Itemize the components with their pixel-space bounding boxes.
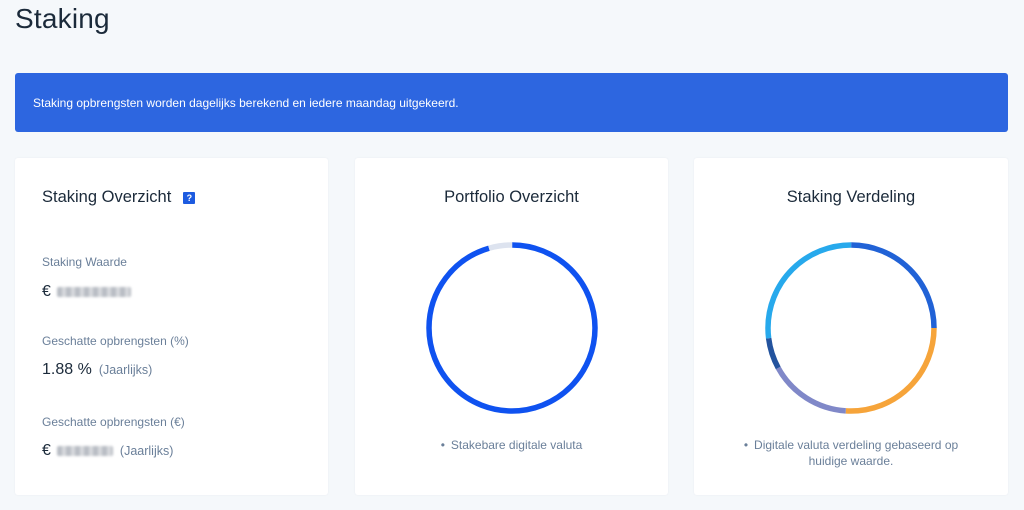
portfolio-legend: • Stakebare digitale valuta <box>355 437 668 453</box>
distribution-donut-chart <box>765 242 937 414</box>
staking-overview-heading: Staking Overzicht ? <box>42 188 196 207</box>
portfolio-overview-title: Portfolio Overzicht <box>444 188 579 206</box>
legend-bullet-icon: • <box>743 438 749 452</box>
expected-pct-suffix: (Jaarlijks) <box>98 363 153 377</box>
staking-distribution-title: Staking Verdeling <box>786 188 916 206</box>
staking-overview-title: Staking Overzicht <box>42 188 172 206</box>
expected-pct-value: 1.88 % <box>42 361 92 378</box>
staking-value-currency: € <box>42 283 51 300</box>
expected-eur-blurred-amount <box>56 446 113 456</box>
staking-distribution-card: Staking Verdeling • Digitale valuta verde… <box>694 158 1008 495</box>
staking-value-label: Staking Waarde <box>42 255 127 269</box>
distribution-legend-line2: huidige waarde. <box>808 454 894 468</box>
staking-overview-card: Staking Overzicht ? Staking Waarde € Ges… <box>15 158 328 495</box>
donut-segment <box>426 242 598 414</box>
portfolio-overview-card: Portfolio Overzicht • Stakebare digitale … <box>355 158 668 495</box>
page-title: Staking <box>15 3 110 34</box>
portfolio-donut-chart <box>426 242 598 414</box>
help-icon[interactable]: ? <box>183 191 196 204</box>
expected-pct: 1.88 % (Jaarlijks) <box>42 361 152 379</box>
expected-pct-label: Geschatte opbrengsten (%) <box>42 334 189 348</box>
distribution-legend-line1: Digitale valuta verdeling gebaseerd op <box>754 438 959 452</box>
portfolio-legend-text: Stakebare digitale valuta <box>450 438 583 452</box>
expected-eur-currency: € <box>42 442 51 459</box>
legend-bullet-icon: • <box>440 438 445 452</box>
info-banner-text: Staking opbrengsten worden dagelijks ber… <box>33 95 459 110</box>
expected-eur-label: Geschatte opbrengsten (€) <box>42 415 185 429</box>
expected-eur-suffix: (Jaarlijks) <box>119 444 174 458</box>
info-banner: Staking opbrengsten worden dagelijks ber… <box>15 73 1008 132</box>
distribution-legend: • Digitale valuta verdeling gebaseerd op … <box>694 437 1008 469</box>
staking-value: € <box>42 283 131 301</box>
expected-eur: € (Jaarlijks) <box>42 442 173 460</box>
staking-value-blurred-amount <box>56 287 131 297</box>
